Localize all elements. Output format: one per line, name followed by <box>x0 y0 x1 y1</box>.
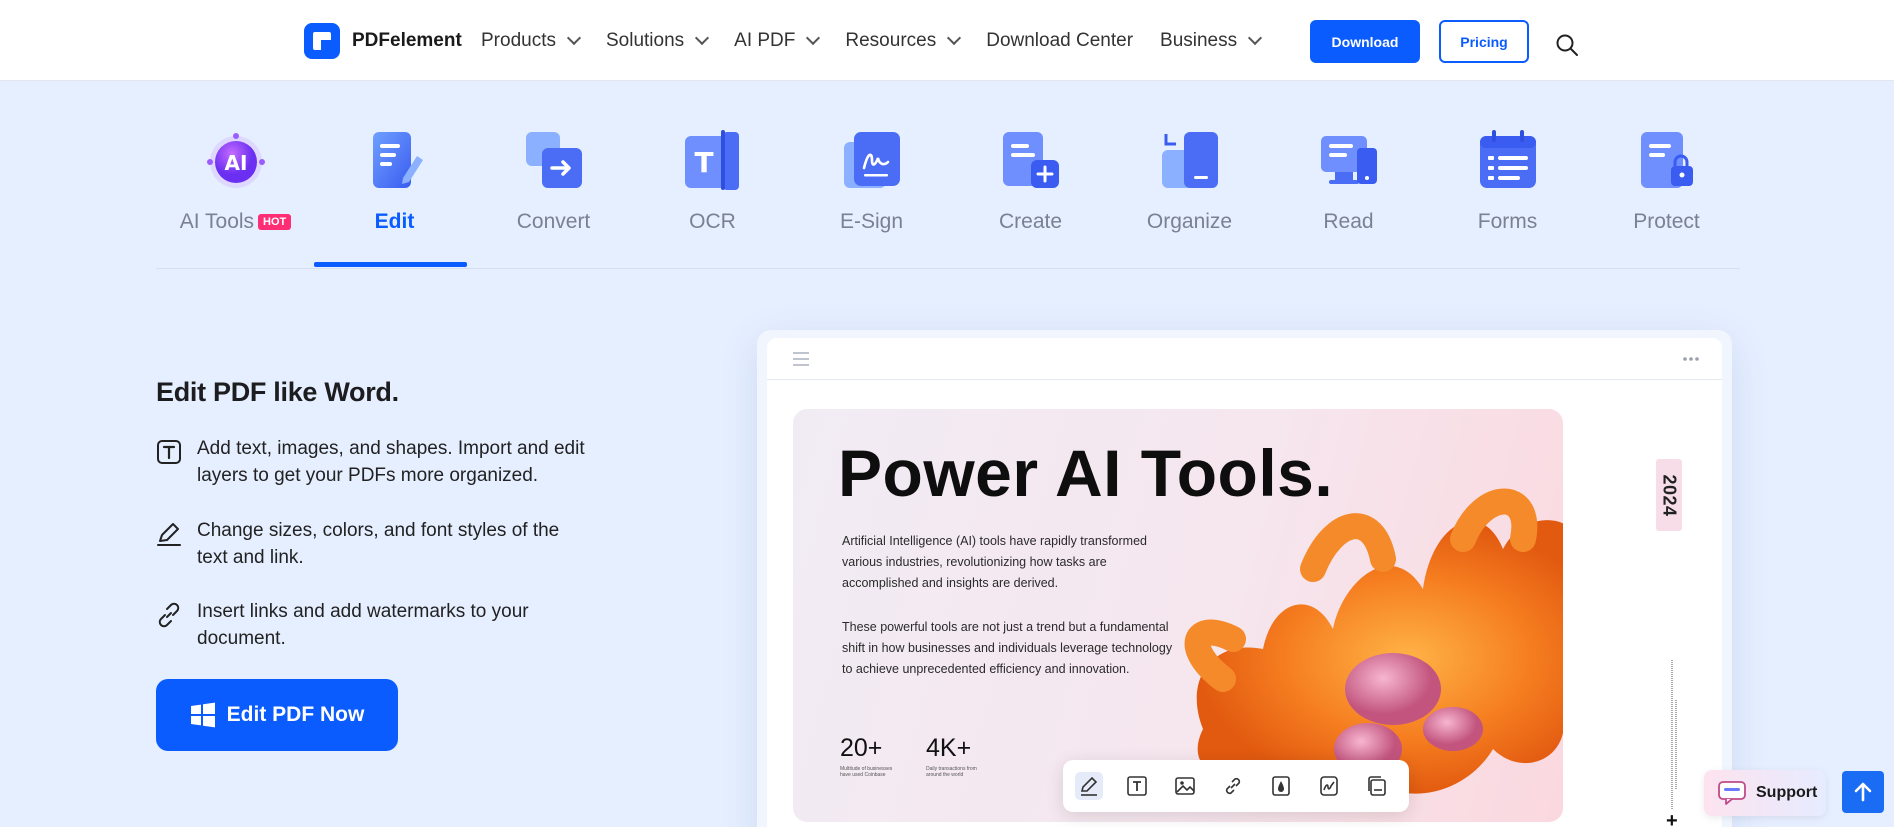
nav-ai-pdf[interactable]: AI PDF <box>734 30 821 52</box>
main-nav: Products Solutions AI PDF Resources Down… <box>481 0 1287 81</box>
text-box-icon <box>157 440 181 464</box>
tab-protect[interactable]: Protect <box>1587 124 1746 269</box>
chevron-down-icon <box>806 30 821 46</box>
edit-pdf-now-button[interactable]: Edit PDF Now <box>156 679 398 751</box>
menu-icon <box>793 352 809 366</box>
edit-toolbar <box>1063 760 1409 812</box>
nav-download-center[interactable]: Download Center <box>986 30 1133 52</box>
link-icon <box>158 602 180 628</box>
hot-badge: HOT <box>258 214 292 230</box>
tab-forms[interactable]: Forms <box>1428 124 1587 269</box>
editor-preview: Power AI Tools. Artificial Intelligence … <box>757 330 1732 827</box>
tab-label: Convert <box>516 210 591 233</box>
organize-icon <box>1162 132 1218 188</box>
stat-value: 4K+ <box>926 734 972 762</box>
chat-icon <box>1718 781 1746 805</box>
bullet-text: Insert links and add watermarks to your … <box>197 601 529 649</box>
image-tool-button[interactable] <box>1171 772 1199 800</box>
convert-icon <box>526 132 582 188</box>
tab-label: Organize <box>1146 210 1233 233</box>
watermark-tool-button[interactable] <box>1267 772 1295 800</box>
tab-label: E-Sign <box>839 210 904 233</box>
tabs-divider <box>156 268 1740 269</box>
vertical-fine-print <box>1671 660 1677 810</box>
search-icon[interactable] <box>1555 33 1579 57</box>
pricing-button[interactable]: Pricing <box>1439 20 1529 63</box>
poster-paragraph: Artificial Intelligence (AI) tools have … <box>842 534 1147 590</box>
poster-title: Power AI Tools. <box>838 436 1334 510</box>
ai-tools-icon: AI <box>207 133 265 188</box>
page-icon <box>1368 776 1386 796</box>
stat-caption: Daily transactions from around the world <box>926 766 977 778</box>
support-button[interactable]: Support <box>1704 770 1826 816</box>
support-label: Support <box>1756 784 1818 801</box>
windows-icon <box>190 702 215 728</box>
create-icon <box>1003 132 1059 188</box>
nav-solutions[interactable]: Solutions <box>606 30 710 52</box>
signature-icon <box>1320 776 1338 796</box>
tab-label: OCR <box>689 210 736 233</box>
text-icon <box>1127 776 1147 796</box>
stat-caption: Multitude of businesses have used Coinba… <box>840 766 893 778</box>
link-tool-button[interactable] <box>1219 772 1247 800</box>
tab-organize[interactable]: Organize <box>1110 124 1269 269</box>
svg-text:T: T <box>694 146 713 179</box>
ocr-icon: T <box>685 130 739 190</box>
signature-tool-button[interactable] <box>1315 772 1343 800</box>
tab-label: Protect <box>1633 210 1700 233</box>
tab-ai-tools[interactable]: AI AI Tools HOT <box>156 124 315 269</box>
svg-text:AI: AI <box>225 151 248 175</box>
chevron-down-icon <box>1248 30 1263 46</box>
pen-tool-button[interactable] <box>1075 772 1103 800</box>
tab-esign[interactable]: E-Sign <box>792 124 951 269</box>
tab-label: Edit <box>374 210 415 233</box>
nav-business[interactable]: Business <box>1160 30 1263 52</box>
brand-name: PDFelement <box>352 30 462 51</box>
nav-resources[interactable]: Resources <box>845 30 962 52</box>
feature-title: Edit PDF like Word. <box>156 377 399 407</box>
protect-icon <box>1641 132 1693 188</box>
brand-logo[interactable]: PDFelement <box>304 23 462 59</box>
edit-icon <box>373 132 423 188</box>
chevron-down-icon <box>566 30 582 46</box>
tab-convert[interactable]: Convert <box>474 124 633 269</box>
tab-create[interactable]: Create <box>951 124 1110 269</box>
pen-edit-icon <box>157 523 181 546</box>
tab-label: Create <box>998 210 1063 233</box>
cta-label: Edit PDF Now <box>226 703 365 726</box>
top-navbar: PDFelement Products Solutions AI PDF Res… <box>0 0 1894 81</box>
tab-edit[interactable]: Edit <box>315 124 474 269</box>
chevron-down-icon <box>695 30 710 46</box>
tab-label: AI Tools <box>179 210 255 233</box>
arrow-up-icon <box>1854 782 1872 802</box>
chevron-down-icon <box>947 30 962 46</box>
forms-icon <box>1480 130 1536 188</box>
back-to-top-button[interactable] <box>1842 771 1884 813</box>
tab-label: Read <box>1323 210 1374 233</box>
bullet-text: Add text, images, and shapes. Import and… <box>197 438 585 486</box>
tab-ocr[interactable]: T OCR <box>633 124 792 269</box>
pdfelement-logo-icon <box>304 23 340 59</box>
tab-label: Forms <box>1477 210 1538 233</box>
year-tag: 2024 <box>1656 459 1682 531</box>
image-icon <box>1175 777 1195 795</box>
page-tool-button[interactable] <box>1363 772 1391 800</box>
read-icon <box>1321 136 1377 184</box>
stat-value: 20+ <box>840 734 883 762</box>
nav-products[interactable]: Products <box>481 30 582 52</box>
feature-tabs: AI AI Tools HOT Edit Convert T OCR E-Sig… <box>156 124 1740 269</box>
more-icon <box>1683 357 1699 361</box>
watermark-icon <box>1272 776 1290 796</box>
esign-icon <box>844 132 900 188</box>
preview-toolbar <box>767 338 1722 380</box>
download-button[interactable]: Download <box>1310 20 1420 63</box>
plus-mark: + <box>1666 810 1678 827</box>
active-tab-indicator <box>314 262 467 267</box>
poster-paragraph: These powerful tools are not just a tren… <box>842 620 1173 676</box>
link-icon <box>1225 777 1241 795</box>
tab-read[interactable]: Read <box>1269 124 1428 269</box>
bullet-text: Change sizes, colors, and font styles of… <box>197 520 560 568</box>
text-tool-button[interactable] <box>1123 772 1151 800</box>
pen-icon <box>1080 776 1098 796</box>
